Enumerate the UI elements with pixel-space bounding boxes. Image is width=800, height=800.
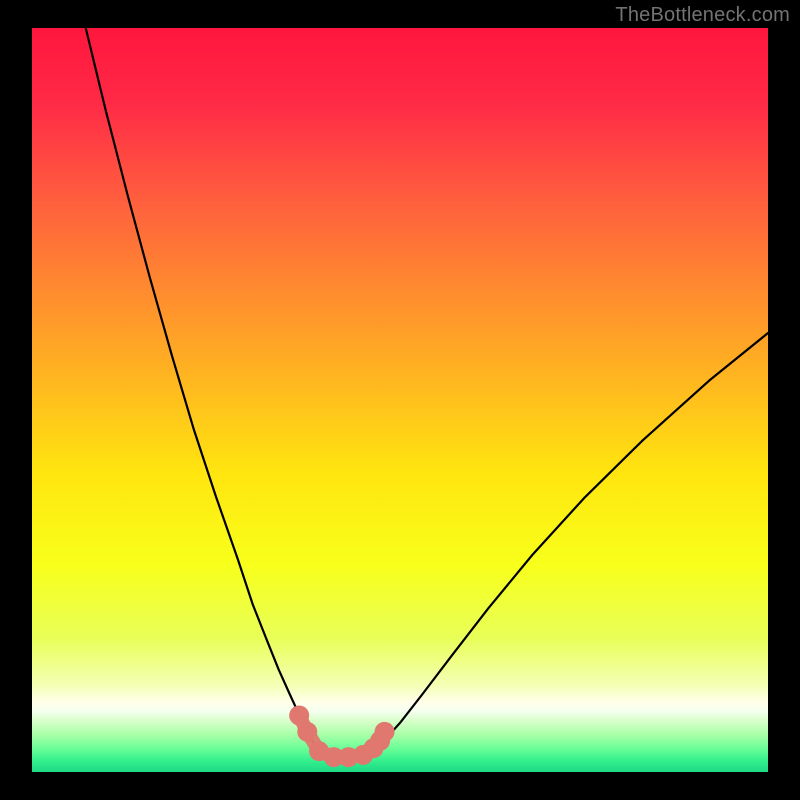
valley-point (375, 722, 395, 742)
valley-point (297, 722, 317, 742)
chart-frame: TheBottleneck.com (0, 0, 800, 800)
plot-background (32, 28, 768, 772)
watermark-text: TheBottleneck.com (615, 4, 790, 27)
bottleneck-chart (0, 0, 800, 800)
